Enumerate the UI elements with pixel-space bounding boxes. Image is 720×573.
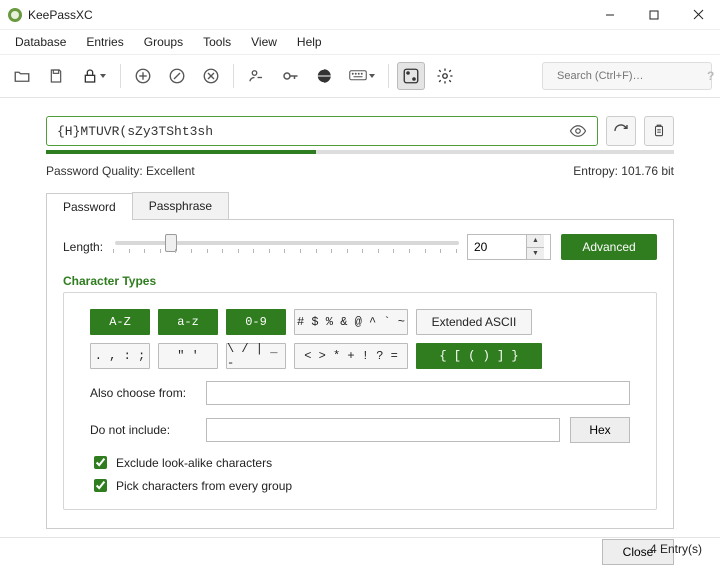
character-types-label: Character Types <box>63 274 657 288</box>
length-label: Length: <box>63 240 103 254</box>
new-entry-icon[interactable] <box>129 62 157 90</box>
copy-username-icon[interactable] <box>242 62 270 90</box>
length-up[interactable]: ▲ <box>527 235 544 247</box>
advanced-button[interactable]: Advanced <box>561 234 657 260</box>
menu-tools[interactable]: Tools <box>194 32 240 52</box>
menu-entries[interactable]: Entries <box>77 32 132 52</box>
chartype-09[interactable]: 0-9 <box>226 309 286 335</box>
delete-entry-icon[interactable] <box>197 62 225 90</box>
strength-bar <box>46 150 674 154</box>
also-choose-input[interactable] <box>206 381 630 405</box>
regenerate-button[interactable] <box>606 116 636 146</box>
copy-url-icon[interactable] <box>310 62 338 90</box>
exclude-lookalike-label: Exclude look-alike characters <box>116 456 272 470</box>
menu-database[interactable]: Database <box>6 32 75 52</box>
minimize-button[interactable] <box>588 0 632 30</box>
do-not-include-label: Do not include: <box>90 423 196 437</box>
chartype-[interactable]: . , : ; <box>90 343 150 369</box>
entropy-label: Entropy: 101.76 bit <box>573 164 674 178</box>
toggle-visibility-icon[interactable] <box>567 120 589 142</box>
autotype-icon[interactable] <box>344 62 380 90</box>
hex-button[interactable]: Hex <box>570 417 630 443</box>
length-input[interactable] <box>468 235 526 259</box>
chartype-[interactable]: " ' <box>158 343 218 369</box>
length-down[interactable]: ▼ <box>527 247 544 260</box>
password-generator-icon[interactable] <box>397 62 425 90</box>
exclude-lookalike-checkbox[interactable] <box>94 456 107 469</box>
settings-icon[interactable] <box>431 62 459 90</box>
maximize-button[interactable] <box>632 0 676 30</box>
chartype-extendedascii[interactable]: Extended ASCII <box>416 309 532 335</box>
status-entry-count: 4 Entry(s) <box>650 542 702 556</box>
generated-password-field[interactable] <box>46 116 598 146</box>
search-help-icon[interactable]: ? <box>707 69 714 83</box>
menu-view[interactable]: View <box>242 32 286 52</box>
edit-entry-icon[interactable] <box>163 62 191 90</box>
every-group-label: Pick characters from every group <box>116 479 292 493</box>
chartype-[interactable]: < > * + ! ? = <box>294 343 408 369</box>
chartype-az[interactable]: A-Z <box>90 309 150 335</box>
generated-password-input[interactable] <box>55 123 561 140</box>
do-not-include-input[interactable] <box>206 418 560 442</box>
chartype-[interactable]: \ / | _ - <box>226 343 286 369</box>
menu-help[interactable]: Help <box>288 32 331 52</box>
chartype-[interactable]: # $ % & @ ^ ` ~ <box>294 309 408 335</box>
open-db-icon[interactable] <box>8 62 36 90</box>
chartype-[interactable]: { [ ( ) ] } <box>416 343 542 369</box>
close-window-button[interactable] <box>676 0 720 30</box>
password-quality-label: Password Quality: Excellent <box>46 164 195 178</box>
save-db-icon[interactable] <box>42 62 70 90</box>
length-slider[interactable] <box>115 241 459 245</box>
search-box[interactable]: ? <box>542 62 712 90</box>
also-choose-label: Also choose from: <box>90 386 196 400</box>
tab-passphrase[interactable]: Passphrase <box>132 192 229 219</box>
search-input[interactable] <box>555 69 701 83</box>
window-title: KeePassXC <box>28 8 93 22</box>
chartype-az[interactable]: a-z <box>158 309 218 335</box>
tab-password[interactable]: Password <box>46 193 133 220</box>
every-group-checkbox[interactable] <box>94 479 107 492</box>
menu-groups[interactable]: Groups <box>135 32 192 52</box>
app-logo <box>8 8 22 22</box>
copy-password-button[interactable] <box>644 116 674 146</box>
lock-db-icon[interactable] <box>76 62 112 90</box>
length-spinbox[interactable]: ▲▼ <box>467 234 551 260</box>
copy-password-icon[interactable] <box>276 62 304 90</box>
